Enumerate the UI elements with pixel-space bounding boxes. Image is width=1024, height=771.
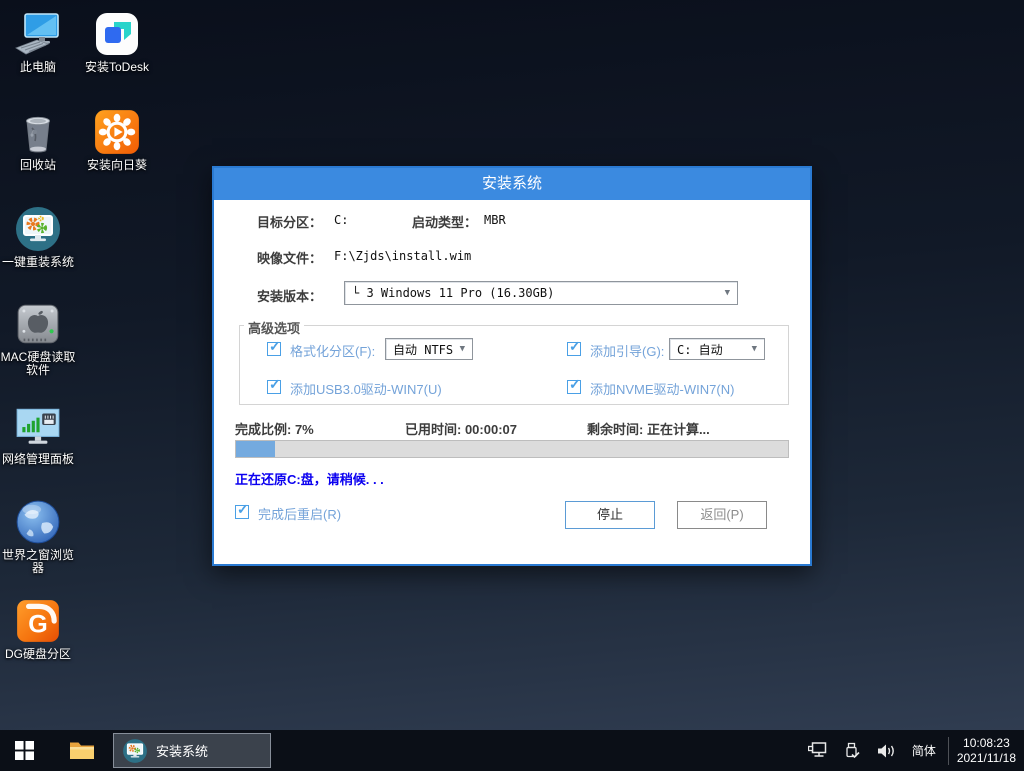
progress-bar (235, 440, 789, 458)
volume-tray-button[interactable] (876, 743, 896, 759)
clock-time: 10:08:23 (957, 736, 1016, 751)
start-button[interactable] (0, 730, 48, 771)
usb-tray-button[interactable] (844, 742, 860, 760)
mac-disk-icon (14, 300, 62, 348)
taskbar-task-install-system[interactable]: 安装系统 (113, 733, 271, 768)
desktop-icon-todesk[interactable]: 安装ToDesk (79, 10, 155, 74)
add-boot-value: C: 自动 (677, 341, 723, 358)
check-icon: ✓ (237, 502, 249, 517)
one-key-reinstall-icon (14, 205, 62, 253)
status-text: 正在还原C:盘，请稍候. . . (235, 469, 384, 488)
ime-indicator[interactable]: 简体 (912, 742, 936, 759)
file-explorer-button[interactable] (62, 730, 102, 771)
this-pc-icon (14, 10, 62, 58)
check-icon: ✓ (569, 339, 581, 354)
network-tray-button[interactable] (808, 742, 828, 759)
boot-type-value: MBR (484, 213, 506, 227)
chevron-down-icon: ▼ (752, 345, 757, 354)
desktop-icon-diskgenius[interactable]: G DG硬盘分区 (0, 597, 76, 661)
world-window-browser-icon (14, 498, 62, 546)
speaker-icon (876, 743, 896, 759)
install-version-label: 安装版本： (257, 286, 322, 305)
desktop-icon-label: 回收站 (0, 159, 76, 172)
nvme-driver-checkbox[interactable]: ✓ (567, 380, 581, 394)
format-partition-checkbox[interactable]: ✓ (267, 342, 281, 356)
usb-driver-label: 添加USB3.0驱动-WIN7(U) (290, 379, 442, 398)
stop-button[interactable]: 停止 (565, 501, 655, 529)
desktop-icon-label: 一键重装系统 (0, 256, 76, 269)
sunlogin-icon (93, 108, 141, 156)
install-version-value: └ 3 Windows 11 Pro (16.30GB) (352, 286, 554, 300)
usb-driver-checkbox[interactable]: ✓ (267, 380, 281, 394)
desktop-icon-sunlogin[interactable]: 安装向日葵 (79, 108, 155, 172)
desktop-icon-label: 安装ToDesk (79, 61, 155, 74)
desktop-icon-label: DG硬盘分区 (0, 648, 76, 661)
install-version-select[interactable]: └ 3 Windows 11 Pro (16.30GB) ▼ (344, 281, 738, 305)
reboot-after-finish-label: 完成后重启(R) (258, 504, 341, 523)
nvme-driver-label: 添加NVME驱动-WIN7(N) (590, 379, 734, 398)
image-file-value: F:\Zjds\install.wim (334, 249, 471, 263)
add-boot-checkbox[interactable]: ✓ (567, 342, 581, 356)
install-system-task-icon (122, 738, 148, 764)
network-icon (808, 742, 828, 759)
desktop-icon-label: 此电脑 (0, 61, 76, 74)
desktop-icon-network-panel[interactable]: 网络管理面板 (0, 402, 76, 466)
reboot-after-finish-checkbox[interactable]: ✓ (235, 505, 249, 519)
add-boot-label: 添加引导(G): (590, 341, 664, 360)
desktop-icon-this-pc[interactable]: 此电脑 (0, 10, 76, 74)
desktop-icon-label: 安装向日葵 (79, 159, 155, 172)
progress-percent-label: 完成比例: 7% (235, 419, 314, 438)
desktop-icon-browser[interactable]: 世界之窗浏览器 (0, 498, 76, 575)
task-button-label: 安装系统 (156, 741, 208, 760)
check-icon: ✓ (269, 377, 281, 392)
chevron-down-icon: ▼ (460, 345, 465, 354)
recycle-bin-icon (14, 108, 62, 156)
desktop-icon-mac-disk[interactable]: MAC硬盘读取软件 (0, 300, 76, 377)
desktop-icon-reinstall[interactable]: 一键重装系统 (0, 205, 76, 269)
windows-logo-icon (15, 741, 34, 760)
target-partition-label: 目标分区： (257, 212, 322, 231)
diskgenius-icon: G (14, 597, 62, 645)
check-icon: ✓ (269, 339, 281, 354)
chevron-down-icon: ▼ (725, 289, 730, 298)
system-tray: 简体 10:08:23 2021/11/18 (800, 730, 1024, 771)
target-partition-value: C: (334, 213, 348, 227)
desktop-icon-label: MAC硬盘读取软件 (0, 351, 76, 377)
clock-date: 2021/11/18 (957, 751, 1016, 766)
desktop-icon-label: 网络管理面板 (0, 453, 76, 466)
todesk-icon (93, 10, 141, 58)
svg-text:G: G (28, 610, 47, 638)
desktop-icon-label: 世界之窗浏览器 (0, 549, 76, 575)
advanced-options-label: 高级选项 (244, 318, 304, 337)
taskbar: 安装系统 简体 10: (0, 730, 1024, 771)
back-button[interactable]: 返回(P) (677, 501, 767, 529)
format-partition-value: 自动 NTFS (393, 341, 453, 358)
image-file-label: 映像文件： (257, 248, 322, 267)
network-panel-icon (14, 402, 62, 450)
progress-fill (236, 441, 275, 457)
elapsed-time-label: 已用时间: 00:00:07 (405, 419, 517, 438)
install-system-dialog: 安装系统 目标分区： C: 启动类型： MBR 映像文件： F:\Zjds\in… (212, 166, 812, 566)
add-boot-select[interactable]: C: 自动 ▼ (669, 338, 765, 360)
remaining-time-label: 剩余时间: 正在计算... (587, 419, 710, 438)
folder-icon (69, 740, 95, 761)
dialog-title: 安装系统 (214, 168, 810, 200)
usb-device-icon (844, 742, 860, 760)
format-partition-label: 格式化分区(F): (290, 341, 375, 360)
boot-type-label: 启动类型： (412, 212, 477, 231)
tray-divider (948, 737, 949, 765)
desktop-icon-recycle-bin[interactable]: 回收站 (0, 108, 76, 172)
format-partition-select[interactable]: 自动 NTFS ▼ (385, 338, 473, 360)
clock[interactable]: 10:08:23 2021/11/18 (957, 736, 1016, 766)
check-icon: ✓ (569, 377, 581, 392)
